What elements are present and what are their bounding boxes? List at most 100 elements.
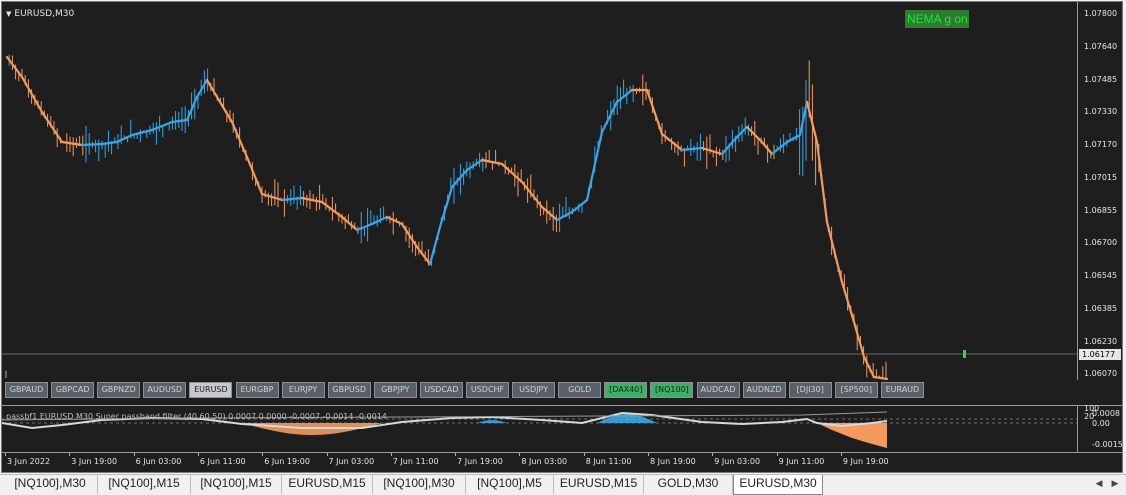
time-axis-tick [133,453,135,456]
price-axis-label: 1.07015 [1084,172,1118,182]
price-axis-label: 1.06230 [1084,336,1118,346]
symbol-button-eurjpy[interactable]: EURJPY [281,382,325,398]
nema-line-segment [825,220,844,284]
nema-line-segment [615,88,634,104]
time-axis-tick [390,453,392,456]
price-axis-label: 1.06545 [1084,271,1118,281]
time-axis-tick [840,453,842,456]
chart-tab[interactable]: EURUSD,M15 [282,475,373,494]
indicator-value-high: 0.0008 [1092,409,1120,418]
price-axis-label: 1.06385 [1084,303,1118,313]
symbol-button-usdcad[interactable]: USDCAD [419,382,463,398]
symbol-title-text: EURUSD,M30 [14,9,75,19]
time-axis-tick [69,453,71,456]
price-axis-label: 1.06700 [1084,238,1118,248]
time-axis-label: 9 Jun 03:00 [714,457,761,466]
nema-line-segment [438,185,454,229]
chart-tab[interactable]: EURUSD,M15 [554,475,644,494]
symbol-button-euraud[interactable]: EURAUD [880,382,924,398]
nema-line-segment [570,198,589,214]
price-axis-label: 1.07485 [1084,74,1118,84]
nema-line-segment [385,215,404,226]
symbol-button-gbpnzd[interactable]: GBPNZD [97,382,141,398]
symbol-button-sp500[interactable]: [SP500] [834,382,878,398]
nema-line-segment [40,110,64,144]
indicator-value-low: -0.0015 [1092,440,1123,449]
symbol-button-eurusd[interactable]: EURUSD [189,382,233,398]
time-axis-label: 7 Jun 03:00 [328,457,375,466]
time-axis-tick [648,453,649,456]
nema-line-segment [680,146,704,152]
price-pane[interactable]: ▼ EURUSD,M30 NEMA g on GBPAUD GBPCAD GBPNZD… [2,2,1077,398]
chart-tab[interactable]: [NQ100],M15 [98,475,191,494]
time-axis-label: 8 Jun 03:00 [521,457,568,466]
title-dropdown-arrow-icon[interactable]: ▼ [6,10,11,18]
price-axis: 1.07800 1.07640 1.07485 1.07330 1.07170 1.070… [1077,2,1122,380]
nema-line-segment [428,225,442,266]
nema-line-segment [205,78,219,99]
nema-line-segment [520,180,544,209]
nema-line-segment [130,128,154,137]
time-axis-label: 3 Jun 19:00 [71,457,118,466]
nema-line-segment [100,140,119,146]
symbol-button-gold[interactable]: GOLD [558,382,602,398]
time-axis-tick [583,453,585,456]
chart-window[interactable]: ▼ EURUSD,M30 NEMA g on GBPAUD GBPCAD GBPNZD… [1,1,1123,473]
tab-scroll-left-icon[interactable]: ◀ [1092,477,1106,491]
chart-tab[interactable]: [NQ100],M30 [373,475,466,494]
price-axis-label: 1.07800 [1084,9,1118,18]
symbol-button-eurgbp[interactable]: EURGBP [235,382,279,398]
time-axis-label: 6 Jun 03:00 [135,457,182,466]
nema-line-segment [872,375,889,380]
chart-tab[interactable]: [NQ100],M15 [191,475,282,494]
time-axis-tick [712,453,714,456]
nema-line-segment [585,130,604,202]
price-axis-label: 1.06070 [1084,369,1118,379]
symbol-button-gbpjpy[interactable]: GBPJPY [373,382,417,398]
chart-tab[interactable]: [NQ100],M30 [3,475,98,494]
tab-scroll-right-icon[interactable]: ▶ [1108,477,1122,491]
nema-line-segment [5,55,24,79]
symbol-button-gbpcad[interactable]: GBPCAD [51,382,95,398]
indicator-axis: 100 20 0.0008 0.00 -0.0015 [1077,404,1123,452]
time-axis-label: 6 Jun 11:00 [199,457,246,466]
nema-line-segment [700,146,724,156]
time-axis-tick [197,453,199,456]
symbol-button-usdjpy[interactable]: USDJPY [512,382,556,398]
price-chart-canvas[interactable] [2,2,1077,380]
chart-tab[interactable]: [NQ100],M5 [466,475,554,494]
time-axis-tick [519,453,521,456]
time-axis-tick [776,453,778,456]
symbol-button-dji30[interactable]: [DJI30] [788,382,832,398]
nema-line-segment [300,196,324,204]
nema-line-segment [760,140,774,156]
price-axis-label: 1.07330 [1084,107,1118,117]
indicator-value-zero: 0.00 [1092,419,1110,428]
nema-line-segment [862,355,876,379]
symbol-button-nq100[interactable]: [NQ100] [650,382,694,398]
time-axis-tick [5,453,6,456]
nema-indicator-badge: NEMA g on [905,10,969,28]
nema-line-segment [20,75,44,114]
symbol-button-audnzd[interactable]: AUDNZD [742,382,786,398]
symbol-button-usdchf[interactable]: USDCHF [466,382,509,398]
symbol-button-audcad[interactable]: AUDCAD [696,382,740,398]
price-axis-label: 1.07170 [1084,140,1118,150]
current-price-label: 1.06177 [1079,349,1121,360]
chart-symbol-title: ▼ EURUSD,M30 [6,9,74,19]
price-axis-label: 1.07640 [1084,41,1118,51]
chart-tab[interactable]: GOLD,M30 [644,475,733,494]
time-axis-tick [262,453,264,456]
symbol-button-gbpusd[interactable]: GBPUSD [327,382,371,398]
indicator-histogram-up [477,420,507,423]
time-axis-label: 7 Jun 19:00 [457,457,503,466]
indicator-pane[interactable]: passbf1 EURUSD M30 Super passband filter… [2,405,1077,452]
chart-tab[interactable]: EURUSD,M30 [733,475,823,495]
symbol-button-audusd[interactable]: AUDUSD [143,382,187,398]
time-axis-label: 8 Jun 19:00 [650,457,696,466]
symbol-button-gbpaud[interactable]: GBPAUD [5,382,48,398]
symbol-button-dax40[interactable]: [DAX40] [604,382,648,398]
symbol-button-bar: GBPAUD GBPCAD GBPNZD AUDUSD EURUSD EURGBP EURJ… [5,382,1075,402]
time-axis: 3 Jun 2022 3 Jun 19:00 6 Jun 03:00 6 Jun 11… [2,452,1122,472]
time-axis-label: 9 Jun 19:00 [842,457,889,466]
